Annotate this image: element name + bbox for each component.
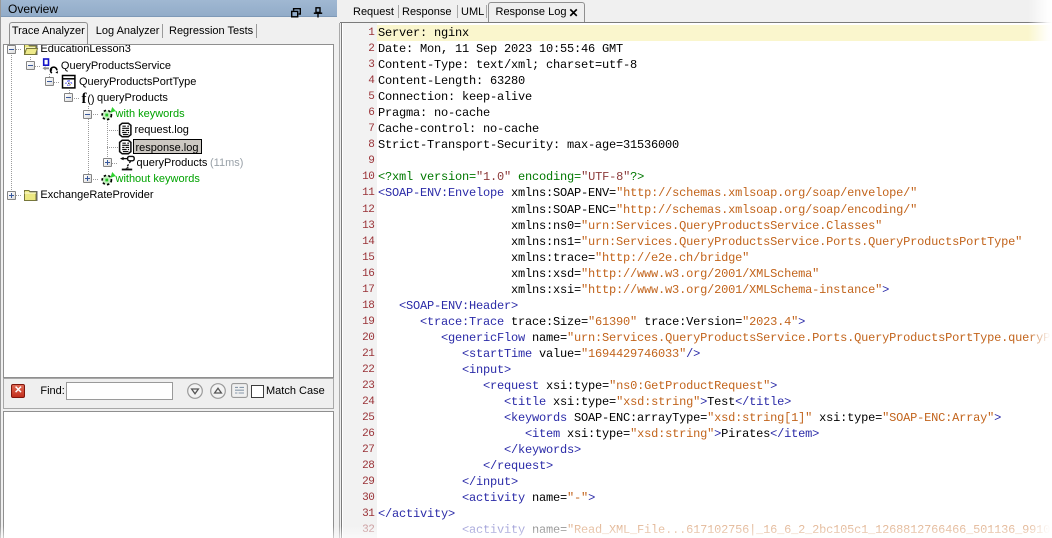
svg-text:(): () [87, 93, 94, 105]
